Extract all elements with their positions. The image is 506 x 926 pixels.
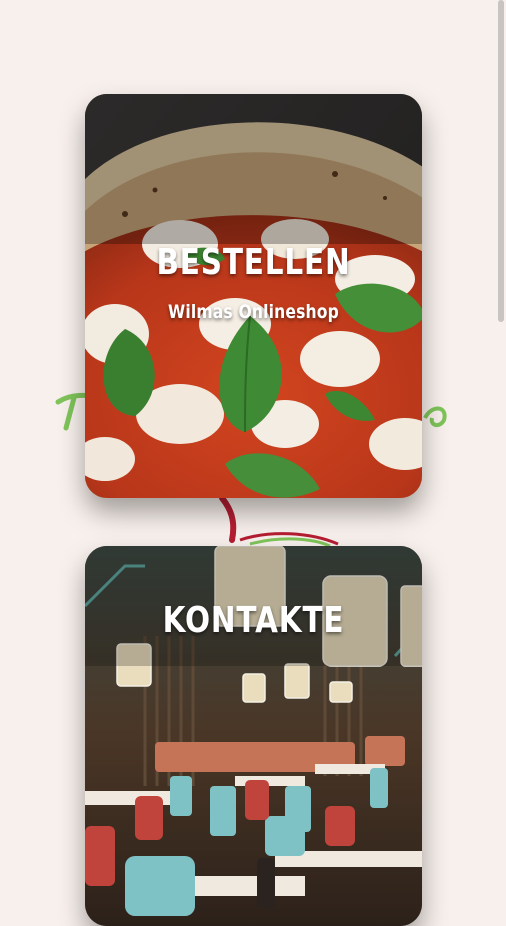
page-scrollbar[interactable] (498, 0, 504, 322)
contact-card[interactable]: KONTAKTE (85, 546, 422, 926)
pizza-photo-icon (85, 94, 422, 498)
order-title: BESTELLEN (156, 242, 351, 283)
order-subtitle: Wilmas Onlineshop (167, 301, 339, 323)
contact-title: KONTAKTE (162, 600, 345, 641)
order-card[interactable]: BESTELLEN Wilmas Onlineshop (85, 94, 422, 498)
